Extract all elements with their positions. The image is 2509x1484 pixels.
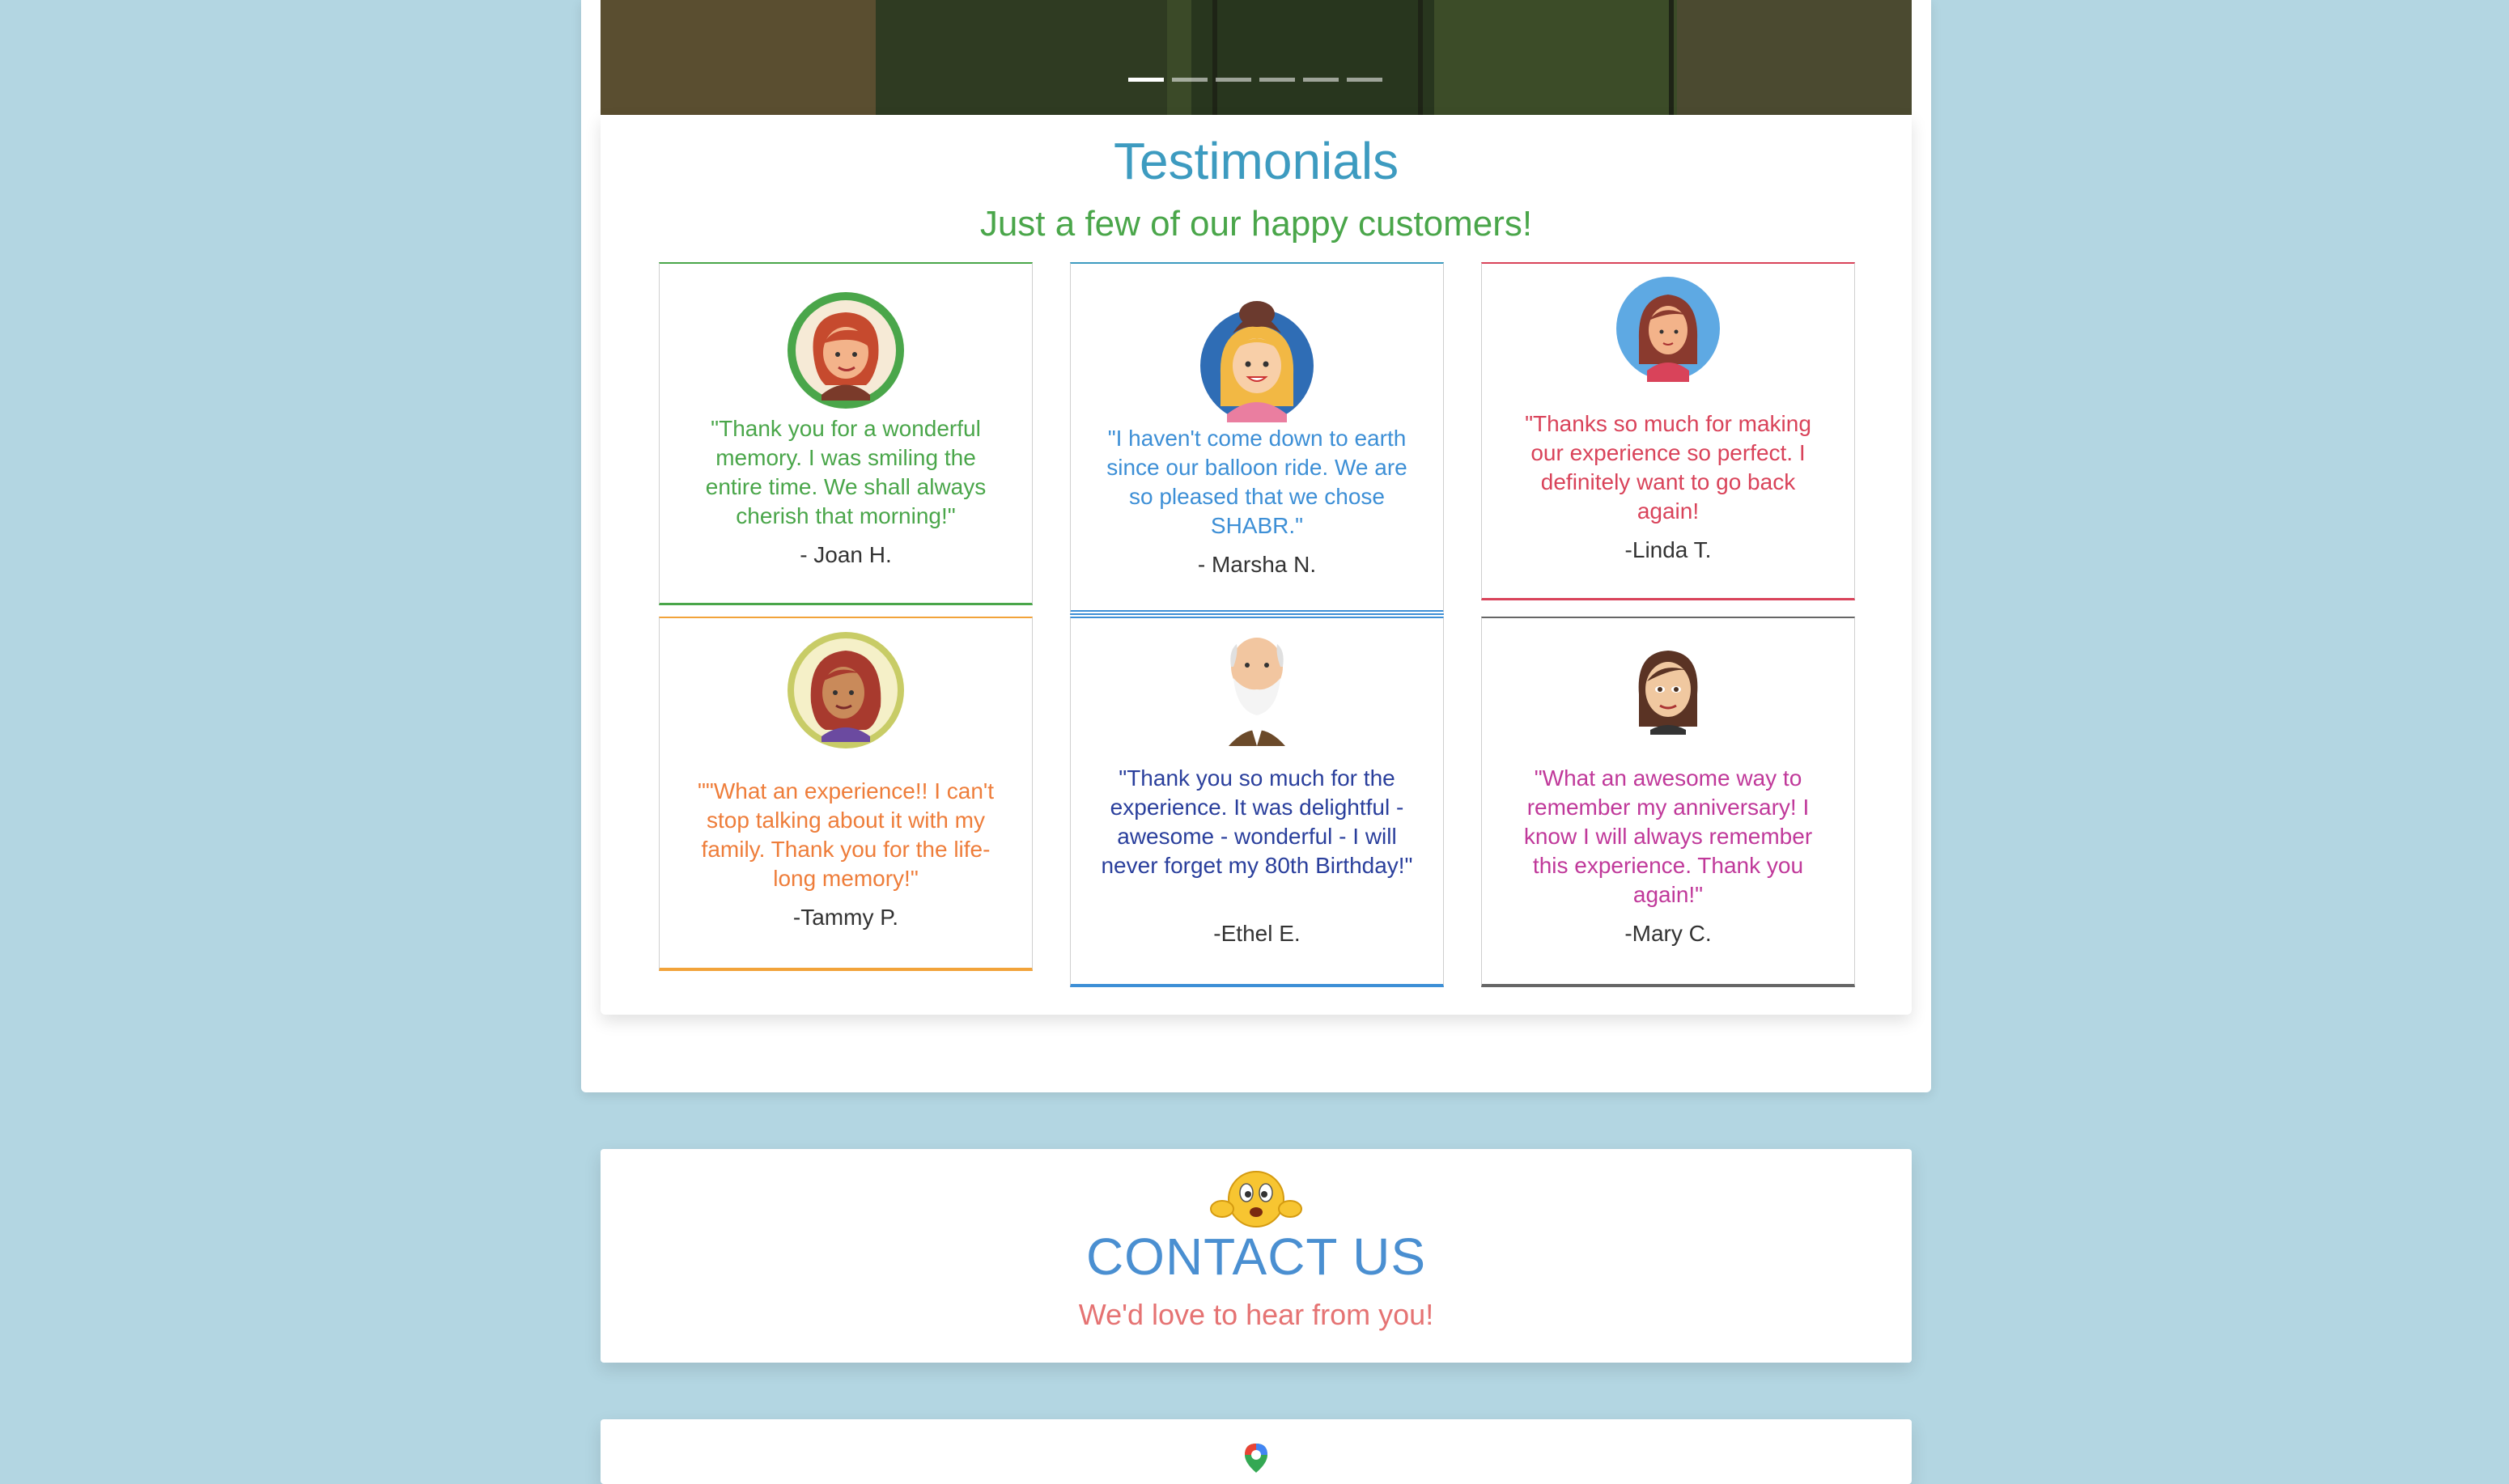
testimonial-card: "Thank you so much for the experience. I…: [1070, 617, 1444, 987]
testimonials-section: Testimonials Just a few of our happy cus…: [601, 115, 1912, 1015]
hero-field-strip: [1191, 0, 1434, 115]
testimonial-quote: "What an awesome way to remember my anni…: [1523, 765, 1813, 907]
carousel-indicator[interactable]: [1347, 78, 1382, 82]
map-section: [601, 1419, 1912, 1484]
avatar-woman-brunette-icon: [1616, 277, 1720, 382]
hero-field-strip: [1167, 0, 1191, 115]
testimonial-author: -Ethel E.: [1213, 921, 1301, 946]
testimonial-author: - Joan H.: [800, 542, 892, 567]
testimonial-card: "I haven't come down to earth since our …: [1070, 262, 1444, 615]
testimonial-quote: ""What an experience!! I can't stop talk…: [697, 778, 995, 891]
testimonial-author: -Mary C.: [1624, 921, 1712, 946]
avatar: [1629, 646, 1707, 739]
testimonial-quote: "Thanks so much for making our experienc…: [1525, 411, 1811, 524]
carousel-indicator[interactable]: [1259, 78, 1295, 82]
avatar: [1204, 626, 1310, 752]
hero-field-strip: [1434, 0, 1677, 115]
smiley-emoji-icon: [1209, 1165, 1303, 1234]
testimonial-card: "What an awesome way to remember my anni…: [1481, 617, 1855, 987]
section-title: Testimonials: [1113, 132, 1399, 190]
hero-road: [1669, 0, 1674, 115]
avatar-woman-auburn-icon: [788, 632, 904, 748]
avatar: [1615, 275, 1721, 386]
testimonial-author: - Marsha N.: [1197, 552, 1317, 577]
avatar: [785, 290, 906, 415]
hero-carousel[interactable]: [601, 0, 1912, 115]
contact-section: CONTACT US We'd love to hear from you!: [601, 1149, 1912, 1363]
avatar: [785, 630, 906, 755]
avatar-bitmoji-woman-icon: [1638, 651, 1698, 735]
hero-field-strip: [1677, 0, 1912, 115]
carousel-indicators: [1128, 78, 1382, 82]
carousel-indicator[interactable]: [1216, 78, 1251, 82]
avatar: [1196, 293, 1318, 426]
avatar-woman-redhead-icon: [788, 292, 904, 409]
testimonial-quote: "Thank you so much for the experience. I…: [1101, 765, 1413, 878]
contact-title: CONTACT US: [1085, 1227, 1427, 1286]
google-maps-pin-icon: [1242, 1442, 1271, 1478]
contact-subtitle: We'd love to hear from you!: [1078, 1298, 1434, 1331]
testimonial-quote: "Thank you for a wonderful memory. I was…: [705, 416, 987, 528]
testimonial-author: -Tammy P.: [792, 905, 899, 930]
testimonial-quote: "I haven't come down to earth since our …: [1106, 426, 1407, 538]
carousel-indicator[interactable]: [1172, 78, 1208, 82]
testimonial-card: ""What an experience!! I can't stop talk…: [659, 617, 1033, 971]
testimonial-author: -Linda T.: [1624, 537, 1712, 562]
hero-field-strip: [876, 0, 1167, 115]
hero-road: [1418, 0, 1423, 115]
hero-road: [1212, 0, 1217, 115]
section-subtitle: Just a few of our happy customers!: [979, 204, 1533, 244]
testimonial-card: "Thank you for a wonderful memory. I was…: [659, 262, 1033, 605]
testimonial-card: "Thanks so much for making our experienc…: [1481, 262, 1855, 600]
carousel-indicator[interactable]: [1128, 78, 1164, 82]
avatar-woman-blonde-icon: [1200, 301, 1314, 422]
hero-field-strip: [601, 0, 876, 115]
carousel-indicator[interactable]: [1303, 78, 1339, 82]
avatar-old-man-icon: [1229, 638, 1285, 746]
